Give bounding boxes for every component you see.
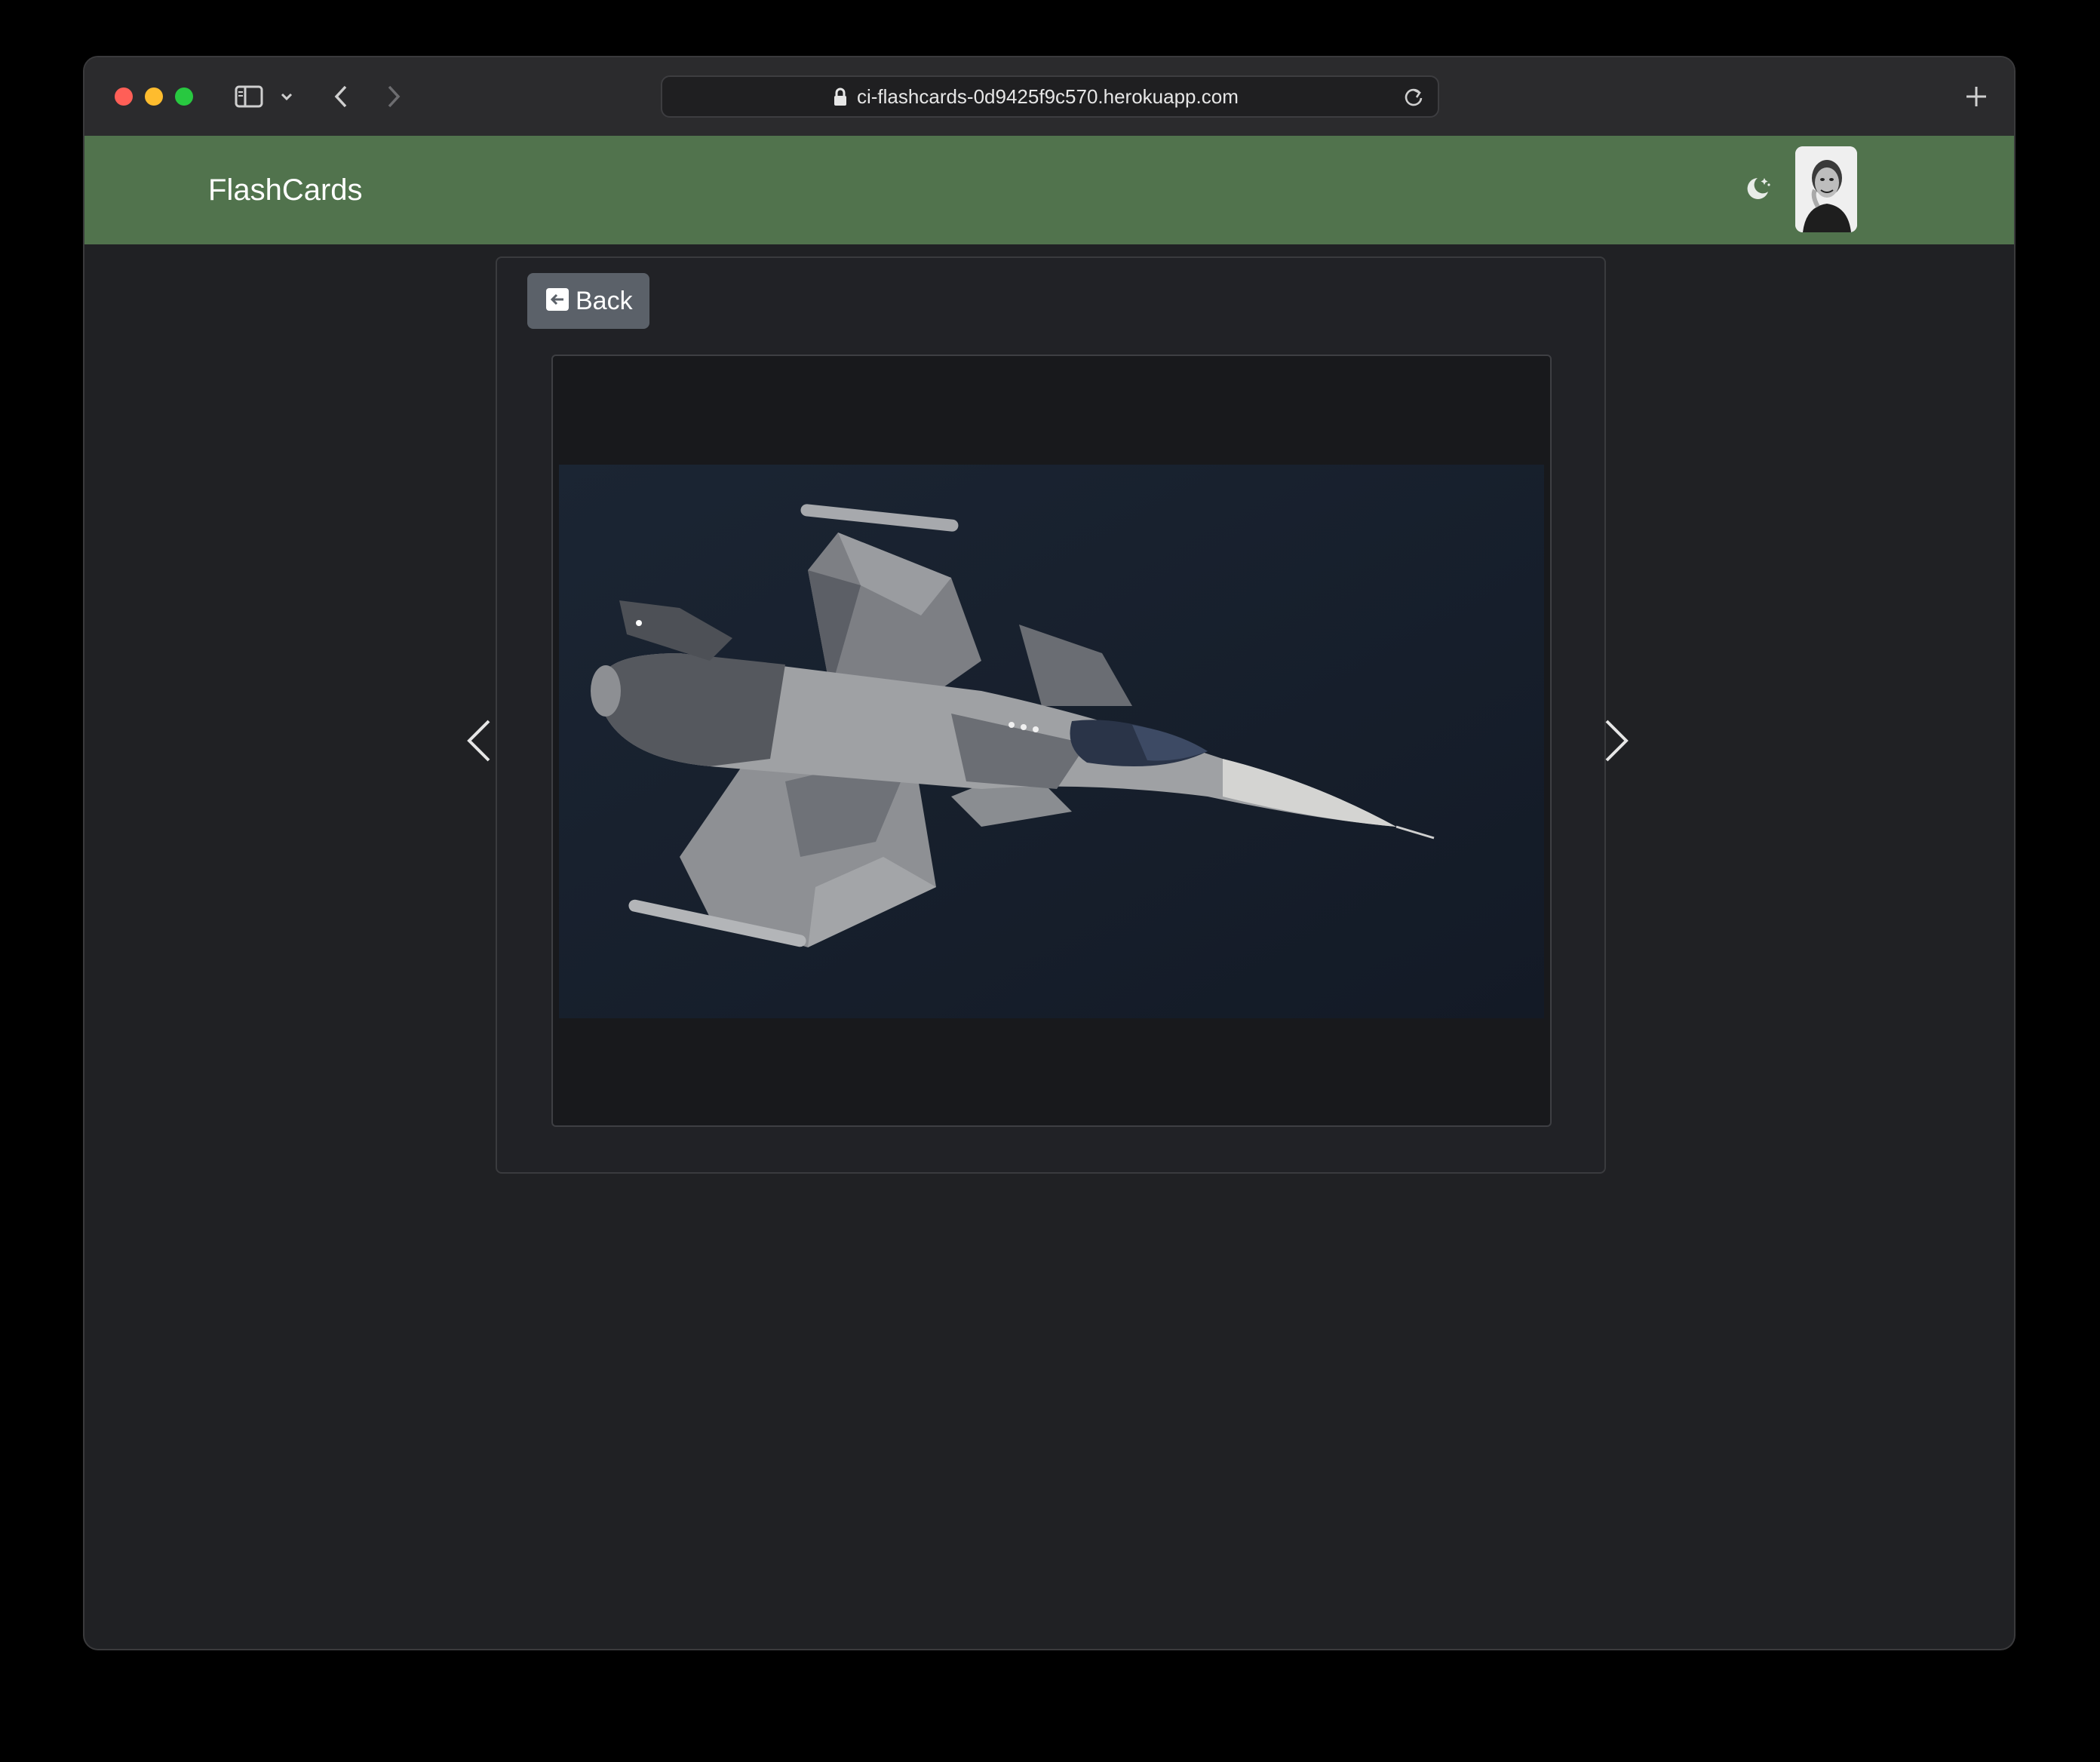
back-arrow-icon[interactable] xyxy=(329,78,353,115)
zoom-window-button[interactable] xyxy=(175,87,193,106)
lock-icon xyxy=(833,87,848,111)
back-button[interactable]: Back xyxy=(527,273,649,329)
carousel-next-button[interactable] xyxy=(1601,718,1631,763)
address-bar[interactable]: ci-flashcards-0d9425f9c570.herokuapp.com xyxy=(661,75,1439,118)
back-button-label: Back xyxy=(576,286,633,315)
new-tab-plus-icon[interactable] xyxy=(1961,78,1991,115)
sidebar-toggle-icon[interactable] xyxy=(232,78,266,115)
browser-window: ci-flashcards-0d9425f9c570.herokuapp.com… xyxy=(84,57,2014,1649)
avatar[interactable] xyxy=(1795,146,1857,232)
carousel xyxy=(551,355,1552,1127)
arrow-left-square-icon xyxy=(545,287,570,315)
browser-toolbar: ci-flashcards-0d9425f9c570.herokuapp.com xyxy=(84,57,2014,137)
minimize-window-button[interactable] xyxy=(145,87,163,106)
carousel-prev-button[interactable] xyxy=(465,718,495,763)
flashcard-container: Back xyxy=(496,256,1606,1174)
forward-arrow-icon[interactable] xyxy=(382,78,406,115)
close-window-button[interactable] xyxy=(115,87,133,106)
chevron-down-icon[interactable] xyxy=(278,78,296,115)
chevron-left-icon xyxy=(465,720,495,766)
moon-stars-icon[interactable] xyxy=(1742,173,1773,207)
brand-link[interactable]: FlashCards xyxy=(208,136,363,244)
url-text: ci-flashcards-0d9425f9c570.herokuapp.com xyxy=(857,85,1239,108)
reload-icon[interactable] xyxy=(1403,87,1424,112)
chevron-right-icon xyxy=(1601,720,1631,766)
app-navbar: FlashCards xyxy=(84,136,2014,244)
fighter-jet-image xyxy=(559,465,1544,1018)
